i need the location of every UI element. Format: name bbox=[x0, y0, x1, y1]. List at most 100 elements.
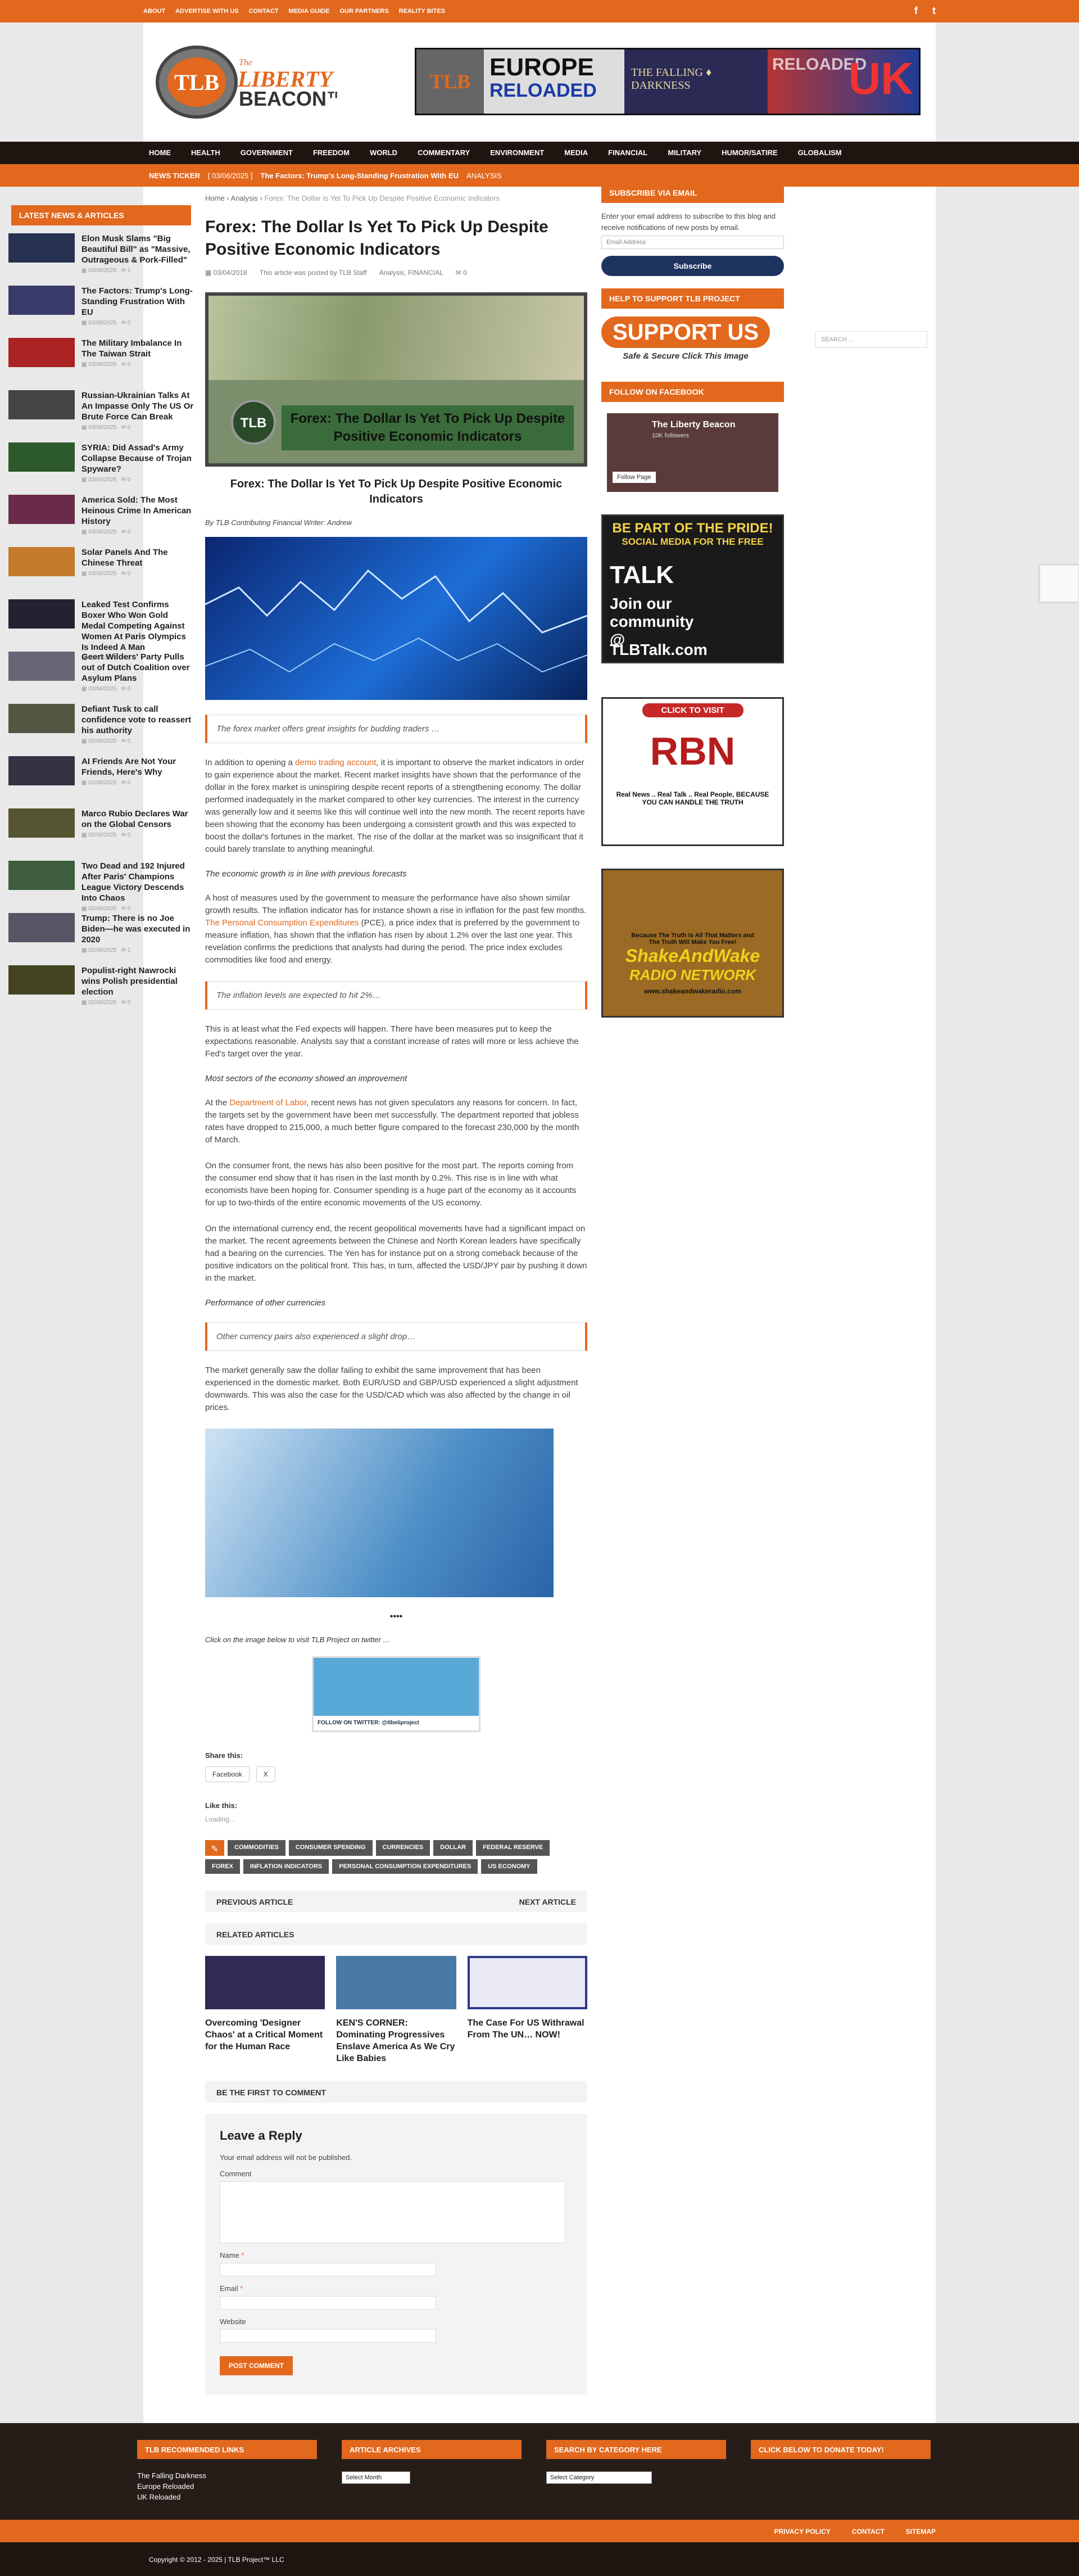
nav-freedom[interactable]: FREEDOM bbox=[313, 148, 350, 157]
latest-news-item[interactable]: America Sold: The Most Heinous Crime In … bbox=[8, 495, 194, 547]
news-title[interactable]: Russian-Ukrainian Talks At An Impasse On… bbox=[81, 390, 194, 422]
facebook-icon[interactable]: f bbox=[914, 5, 918, 17]
latest-news-item[interactable]: Populist-right Nawrocki wins Polish pres… bbox=[8, 965, 194, 1018]
nav-globalism[interactable]: GLOBALISM bbox=[798, 148, 842, 157]
privacy-policy-link[interactable]: PRIVACY POLICY bbox=[774, 2528, 831, 2536]
news-thumbnail[interactable] bbox=[8, 547, 75, 576]
categories[interactable]: Analysis, FINANCIAL bbox=[379, 269, 443, 277]
footer-contact-link[interactable]: CONTACT bbox=[852, 2528, 885, 2536]
footer-link[interactable]: Europe Reloaded bbox=[137, 2481, 206, 2492]
news-thumbnail[interactable] bbox=[8, 233, 75, 263]
name-field[interactable] bbox=[220, 2263, 436, 2276]
latest-news-item[interactable]: Leaked Test Confirms Boxer Who Won Gold … bbox=[8, 599, 194, 661]
latest-news-item[interactable]: Russian-Ukrainian Talks At An Impasse On… bbox=[8, 390, 194, 442]
news-title[interactable]: Geert Wilders' Party Pulls out of Dutch … bbox=[81, 652, 194, 684]
nav-environment[interactable]: ENVIRONMENT bbox=[490, 148, 544, 157]
nav-financial[interactable]: FINANCIAL bbox=[608, 148, 647, 157]
nav-world[interactable]: WORLD bbox=[370, 148, 397, 157]
latest-news-item[interactable]: Elon Musk Slams "Big Beautiful Bill" as … bbox=[8, 233, 194, 286]
news-title[interactable]: The Factors: Trump's Long-Standing Frust… bbox=[81, 286, 194, 318]
facebook-page-widget[interactable]: The Liberty Beacon 10K followers Follow … bbox=[607, 413, 778, 492]
news-thumbnail[interactable] bbox=[8, 495, 75, 524]
subscribe-email-input[interactable]: Email Address bbox=[601, 236, 784, 249]
related-article[interactable]: Overcoming 'Designer Chaos' at a Critica… bbox=[205, 1956, 325, 2064]
demo-account-link[interactable]: demo trading account bbox=[295, 758, 376, 767]
nav-humor[interactable]: HUMOR/SATIRE bbox=[722, 148, 777, 157]
pce-link[interactable]: The Personal Consumption Expenditures bbox=[205, 918, 359, 928]
share-facebook-button[interactable]: Facebook bbox=[205, 1766, 250, 1782]
latest-news-item[interactable]: Two Dead and 192 Injured After Paris' Ch… bbox=[8, 861, 194, 913]
comment-count[interactable]: ✉ 0 bbox=[456, 269, 467, 277]
recaptcha-badge[interactable] bbox=[1040, 565, 1079, 602]
top-link-about[interactable]: ABOUT bbox=[143, 8, 165, 15]
support-us-button[interactable]: SUPPORT US Safe & Secure Click This Imag… bbox=[601, 317, 770, 367]
latest-news-item[interactable]: Marco Rubio Declares War on the Global C… bbox=[8, 808, 194, 861]
tag-link[interactable]: INFLATION INDICATORS bbox=[243, 1859, 329, 1874]
related-article[interactable]: KEN'S CORNER: Dominating Progressives En… bbox=[336, 1956, 456, 2064]
subscribe-button[interactable]: Subscribe bbox=[601, 256, 784, 276]
email-field[interactable] bbox=[220, 2296, 436, 2310]
tag-link[interactable]: CURRENCIES bbox=[375, 1840, 430, 1856]
news-title[interactable]: Leaked Test Confirms Boxer Who Won Gold … bbox=[81, 599, 194, 653]
top-link-media-guide[interactable]: MEDIA GUIDE bbox=[289, 8, 330, 15]
sitemap-link[interactable]: SITEMAP bbox=[906, 2528, 936, 2536]
tag-link[interactable]: FEDERAL RESERVE bbox=[476, 1840, 550, 1856]
footer-link[interactable]: The Falling Darkness bbox=[137, 2470, 206, 2481]
crumb-analysis[interactable]: Analysis bbox=[231, 194, 258, 202]
ticker-headline[interactable]: The Factors: Trump's Long-Standing Frust… bbox=[261, 171, 459, 180]
footer-link[interactable]: UK Reloaded bbox=[137, 2492, 206, 2502]
news-title[interactable]: America Sold: The Most Heinous Crime In … bbox=[81, 495, 194, 527]
news-title[interactable]: Two Dead and 192 Injured After Paris' Ch… bbox=[81, 861, 194, 903]
news-title[interactable]: The Military Imbalance In The Taiwan Str… bbox=[81, 338, 194, 359]
tag-link[interactable]: PERSONAL CONSUMPTION EXPENDITURES bbox=[332, 1859, 478, 1874]
news-thumbnail[interactable] bbox=[8, 286, 75, 315]
share-x-button[interactable]: X bbox=[256, 1766, 275, 1782]
latest-news-item[interactable]: AI Friends Are Not Your Friends, Here's … bbox=[8, 756, 194, 808]
latest-news-item[interactable]: Solar Panels And The Chinese Threat ▦ 03/… bbox=[8, 547, 194, 599]
comment-textarea[interactable] bbox=[220, 2181, 565, 2243]
tag-link[interactable]: FOREX bbox=[205, 1859, 240, 1874]
search-input[interactable]: SEARCH ... bbox=[815, 331, 927, 348]
tag-link[interactable]: COMMODITIES bbox=[228, 1840, 285, 1856]
news-title[interactable]: Elon Musk Slams "Big Beautiful Bill" as … bbox=[81, 233, 194, 265]
crumb-home[interactable]: Home bbox=[205, 194, 225, 202]
news-title[interactable]: Trump: There is no Joe Biden—he was exec… bbox=[81, 913, 194, 945]
tag-link[interactable]: US ECONOMY bbox=[481, 1859, 537, 1874]
news-thumbnail[interactable] bbox=[8, 861, 75, 890]
nav-government[interactable]: GOVERNMENT bbox=[241, 148, 293, 157]
news-title[interactable]: AI Friends Are Not Your Friends, Here's … bbox=[81, 756, 194, 778]
shake-and-wake-ad[interactable]: Because The Truth Is All That Matters an… bbox=[601, 869, 784, 1018]
news-title[interactable]: Marco Rubio Declares War on the Global C… bbox=[81, 808, 194, 830]
nav-military[interactable]: MILITARY bbox=[668, 148, 701, 157]
latest-news-item[interactable]: SYRIA: Did Assad's Army Collapse Because… bbox=[8, 442, 194, 495]
latest-news-item[interactable]: The Military Imbalance In The Taiwan Str… bbox=[8, 338, 194, 390]
news-thumbnail[interactable] bbox=[8, 704, 75, 733]
news-thumbnail[interactable] bbox=[8, 913, 75, 942]
tag-link[interactable]: DOLLAR bbox=[433, 1840, 473, 1856]
category-select[interactable]: Select Category bbox=[546, 2471, 652, 2484]
news-thumbnail[interactable] bbox=[8, 652, 75, 681]
news-thumbnail[interactable] bbox=[8, 442, 75, 472]
tlbtalk-ad[interactable]: BE PART OF THE PRIDE! SOCIAL MEDIA FOR T… bbox=[601, 514, 784, 663]
next-article-link[interactable]: NEXT ARTICLE bbox=[519, 1897, 576, 1906]
news-title[interactable]: Populist-right Nawrocki wins Polish pres… bbox=[81, 965, 194, 997]
nav-home[interactable]: HOME bbox=[149, 148, 171, 157]
tag-link[interactable]: CONSUMER SPENDING bbox=[288, 1840, 373, 1856]
news-thumbnail[interactable] bbox=[8, 756, 75, 785]
news-title[interactable]: SYRIA: Did Assad's Army Collapse Because… bbox=[81, 442, 194, 474]
post-comment-button[interactable]: POST COMMENT bbox=[220, 2356, 293, 2375]
top-link-partners[interactable]: OUR PARTNERS bbox=[339, 8, 388, 15]
news-title[interactable]: Defiant Tusk to call confidence vote to … bbox=[81, 704, 194, 736]
author[interactable]: This article was posted by TLB Staff bbox=[260, 269, 367, 277]
latest-news-item[interactable]: Geert Wilders' Party Pulls out of Dutch … bbox=[8, 652, 194, 704]
news-title[interactable]: Solar Panels And The Chinese Threat bbox=[81, 547, 194, 568]
website-field[interactable] bbox=[220, 2329, 436, 2343]
rbn-ad[interactable]: CLICK TO VISIT RBN Real News .. Real Tal… bbox=[601, 697, 784, 846]
site-logo[interactable]: TLB The LIBERTY BEACON™ bbox=[155, 43, 347, 121]
latest-news-item[interactable]: Defiant Tusk to call confidence vote to … bbox=[8, 704, 194, 756]
latest-news-item[interactable]: Trump: There is no Joe Biden—he was exec… bbox=[8, 913, 194, 965]
news-thumbnail[interactable] bbox=[8, 338, 75, 367]
twitter-banner[interactable]: FOLLOW ON TWITTER: @tlbeliproject bbox=[312, 1656, 480, 1732]
header-banner-ad[interactable]: TLB EUROPE RELOADED THE FALLING ♦ DARKNE… bbox=[415, 48, 921, 115]
latest-news-item[interactable]: The Factors: Trump's Long-Standing Frust… bbox=[8, 286, 194, 338]
